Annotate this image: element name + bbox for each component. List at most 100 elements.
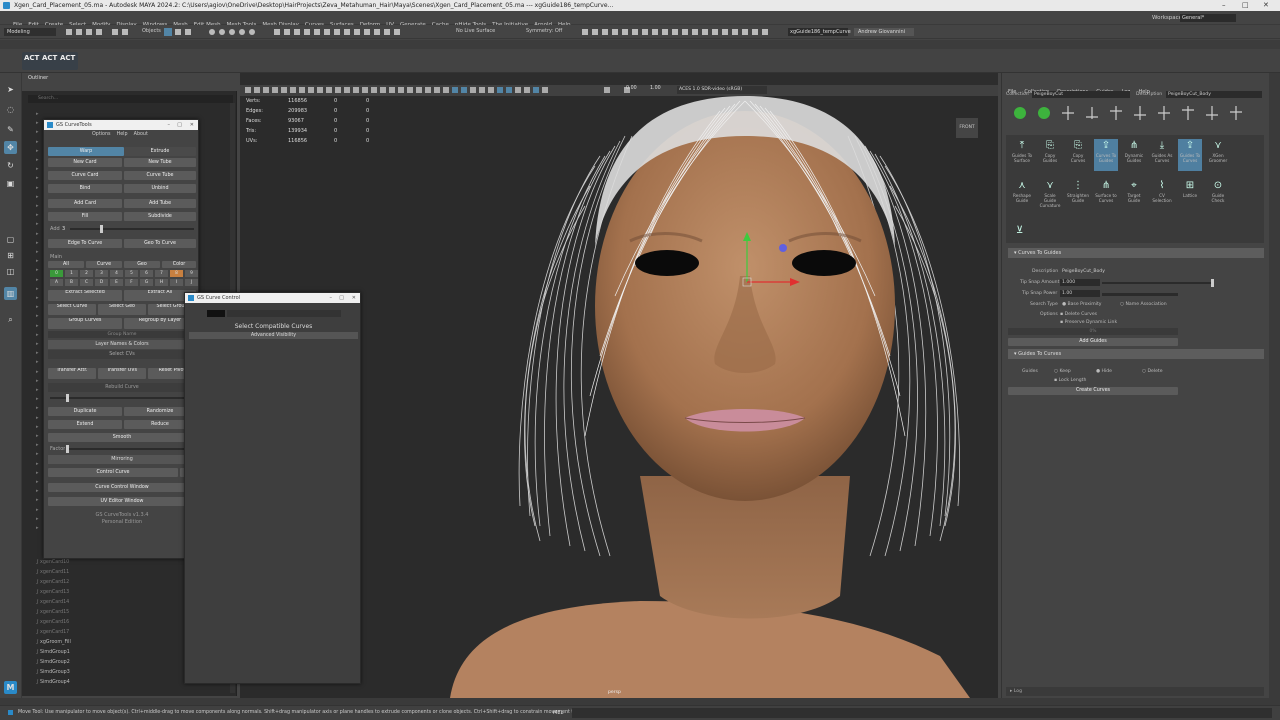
utility-guides-to-surface[interactable]: ⤒ Guides To Surface (1010, 139, 1034, 171)
expand-arrow-icon[interactable]: ▸ (36, 525, 39, 531)
layout-two-icon[interactable]: ◫ (4, 265, 17, 278)
tip-snap-power-field[interactable]: 1.00 (1060, 290, 1100, 297)
utility-surface-to-curves[interactable]: ⋔ Surface to Curves (1094, 179, 1118, 211)
objects-label[interactable]: Objects (142, 28, 161, 34)
ctg-description-value[interactable]: PeigeBoyCut_Body (1060, 268, 1178, 275)
filter-curve-button[interactable]: Curve (86, 261, 122, 268)
outliner-search-input[interactable]: Search... (28, 95, 233, 103)
expand-arrow-icon[interactable]: ▸ (36, 157, 39, 163)
expand-arrow-icon[interactable]: ▸ (36, 387, 39, 393)
expand-arrow-icon[interactable]: ▸ (36, 304, 39, 310)
smooth-button[interactable]: Smooth (48, 433, 196, 442)
expand-arrow-icon[interactable]: ▸ (36, 433, 39, 439)
live-surface-label[interactable]: No Live Surface (456, 28, 495, 34)
outliner-item[interactable]: ∫ xgenCard15 (36, 610, 69, 615)
log-section[interactable]: ▸ Log (1006, 687, 1264, 696)
expand-arrow-icon[interactable]: ▸ (36, 139, 39, 145)
expand-arrow-icon[interactable]: ▸ (36, 332, 39, 338)
add-slider[interactable] (70, 225, 194, 233)
maximize-icon[interactable]: □ (177, 120, 182, 130)
expand-arrow-icon[interactable]: ▸ (36, 323, 39, 329)
uv-editor-window-button[interactable]: UV Editor Window (48, 497, 196, 506)
expand-arrow-icon[interactable]: ▸ (36, 350, 39, 356)
description-dropdown[interactable]: PeigeBoyCut_Body (1166, 91, 1262, 98)
factor-slider[interactable] (66, 445, 196, 453)
scale-tool-icon[interactable]: ▣ (4, 177, 17, 190)
search-icon[interactable]: ⌕ (4, 313, 17, 326)
delete-curves-checkbox[interactable]: ▪ Delete Curves (1060, 312, 1097, 317)
expand-arrow-icon[interactable]: ▸ (36, 249, 39, 255)
transfer-attr-button[interactable]: Transfer Attr. (48, 368, 96, 379)
expand-arrow-icon[interactable]: ▸ (36, 148, 39, 154)
outliner-item[interactable]: ∫ xgenCard17 (36, 630, 69, 635)
duplicate-button[interactable]: Duplicate (48, 407, 122, 416)
expand-arrow-icon[interactable]: ▸ (36, 497, 39, 503)
attribute-editor-strip[interactable] (1269, 73, 1280, 698)
utility-reshape-guide[interactable]: ⋏ Reshape Guide (1010, 179, 1034, 211)
symmetry-dropdown[interactable]: Symmetry: Off (526, 28, 562, 34)
outliner-item[interactable]: ∫ xgGroom_Fill (36, 640, 71, 645)
maximize-icon[interactable]: □ (339, 293, 344, 303)
expand-arrow-icon[interactable]: ▸ (36, 166, 39, 172)
xgen-toolbar-icons[interactable] (1012, 103, 1262, 123)
lock-length-checkbox[interactable]: ▪ Lock Length (1054, 378, 1086, 383)
act-icon-2[interactable]: ACT (42, 54, 57, 62)
expand-arrow-icon[interactable]: ▸ (36, 277, 39, 283)
expand-arrow-icon[interactable]: ▸ (36, 295, 39, 301)
expand-arrow-icon[interactable]: ▸ (36, 405, 39, 411)
curves-to-guides-header[interactable]: ▾ Curves To Guides (1008, 248, 1264, 258)
utility-dynamic-guides[interactable]: ⋔ Dynamic Guides (1122, 139, 1146, 171)
expand-arrow-icon[interactable]: ▸ (36, 341, 39, 347)
layout-single-icon[interactable]: ▢ (4, 233, 17, 246)
new-tube-button[interactable]: New Tube (124, 158, 196, 167)
outliner-item[interactable]: ∫ SimdGroup3 (36, 670, 70, 675)
mirroring-button[interactable]: Mirroring (48, 455, 196, 464)
outliner-item[interactable]: ∫ xgenCard11 (36, 570, 69, 575)
transfer-uvs-button[interactable]: Transfer UVs (98, 368, 146, 379)
act-shelf-icons[interactable]: ACT ACT ACT (22, 52, 78, 70)
expand-arrow-icon[interactable]: ▸ (36, 378, 39, 384)
paint-tool-icon[interactable]: ✎ (4, 123, 17, 136)
utility-scale-guide-curvature[interactable]: ⋎ Scale Guide Curvature (1038, 179, 1062, 211)
curve-control-field[interactable] (227, 310, 341, 317)
bind-button[interactable]: Bind (48, 184, 122, 193)
expand-arrow-icon[interactable]: ▸ (36, 424, 39, 430)
utility-cv-selection[interactable]: ⌇ CV Selection (1150, 179, 1174, 211)
utility-guide-check[interactable]: ⊙ Guide Check (1206, 179, 1230, 211)
extrude-button[interactable]: Extrude (124, 147, 196, 156)
expand-arrow-icon[interactable]: ▸ (36, 396, 39, 402)
layer-number-button[interactable]: 0 (50, 270, 63, 277)
add-card-button[interactable]: Add Card (48, 199, 122, 208)
mel-label[interactable]: MEL (553, 710, 563, 716)
geo-to-curve-button[interactable]: Geo To Curve (124, 239, 196, 248)
layer-number-button[interactable]: 8 (170, 270, 183, 277)
filter-all-button[interactable]: All (48, 261, 84, 268)
expand-arrow-icon[interactable]: ▸ (36, 221, 39, 227)
select-cvs-button[interactable]: Select CVs (48, 350, 196, 359)
layer-letter-button[interactable]: F (125, 279, 138, 286)
add-guides-button[interactable]: Add Guides (1008, 338, 1178, 346)
front-view-cube[interactable]: FRONT (956, 118, 978, 138)
expand-arrow-icon[interactable]: ▸ (36, 231, 39, 237)
warp-button[interactable]: Warp (48, 147, 124, 156)
expand-arrow-icon[interactable]: ▸ (36, 240, 39, 246)
expand-arrow-icon[interactable]: ▸ (36, 507, 39, 513)
utility-xgen-groomer[interactable]: ⋎ XGen Groomer (1206, 139, 1230, 171)
add-tube-button[interactable]: Add Tube (124, 199, 196, 208)
mel-input[interactable] (572, 708, 1272, 718)
expand-arrow-icon[interactable]: ▸ (36, 488, 39, 494)
extract-selected-button[interactable]: Extract Selected (48, 290, 122, 301)
expand-arrow-icon[interactable]: ▸ (36, 212, 39, 218)
utility-guides-to-curves[interactable]: ⇪ Guides To Curves (1178, 139, 1202, 171)
control-curve-button[interactable]: Control Curve (48, 468, 178, 477)
minimize-icon[interactable]: – (168, 120, 171, 130)
outliner-item[interactable]: ∫ xgenCard10 (36, 560, 69, 565)
add-value[interactable]: 3 (62, 226, 65, 232)
layer-number-button[interactable]: 3 (95, 270, 108, 277)
menu-options[interactable]: Options (92, 132, 111, 137)
expand-arrow-icon[interactable]: ▸ (36, 415, 39, 421)
viewport-toolbar-icons[interactable] (244, 86, 664, 95)
status-tool-icons[interactable] (64, 27, 404, 37)
search-name-association[interactable]: ○ Name Association (1120, 302, 1167, 307)
layer-number-button[interactable]: 4 (110, 270, 123, 277)
